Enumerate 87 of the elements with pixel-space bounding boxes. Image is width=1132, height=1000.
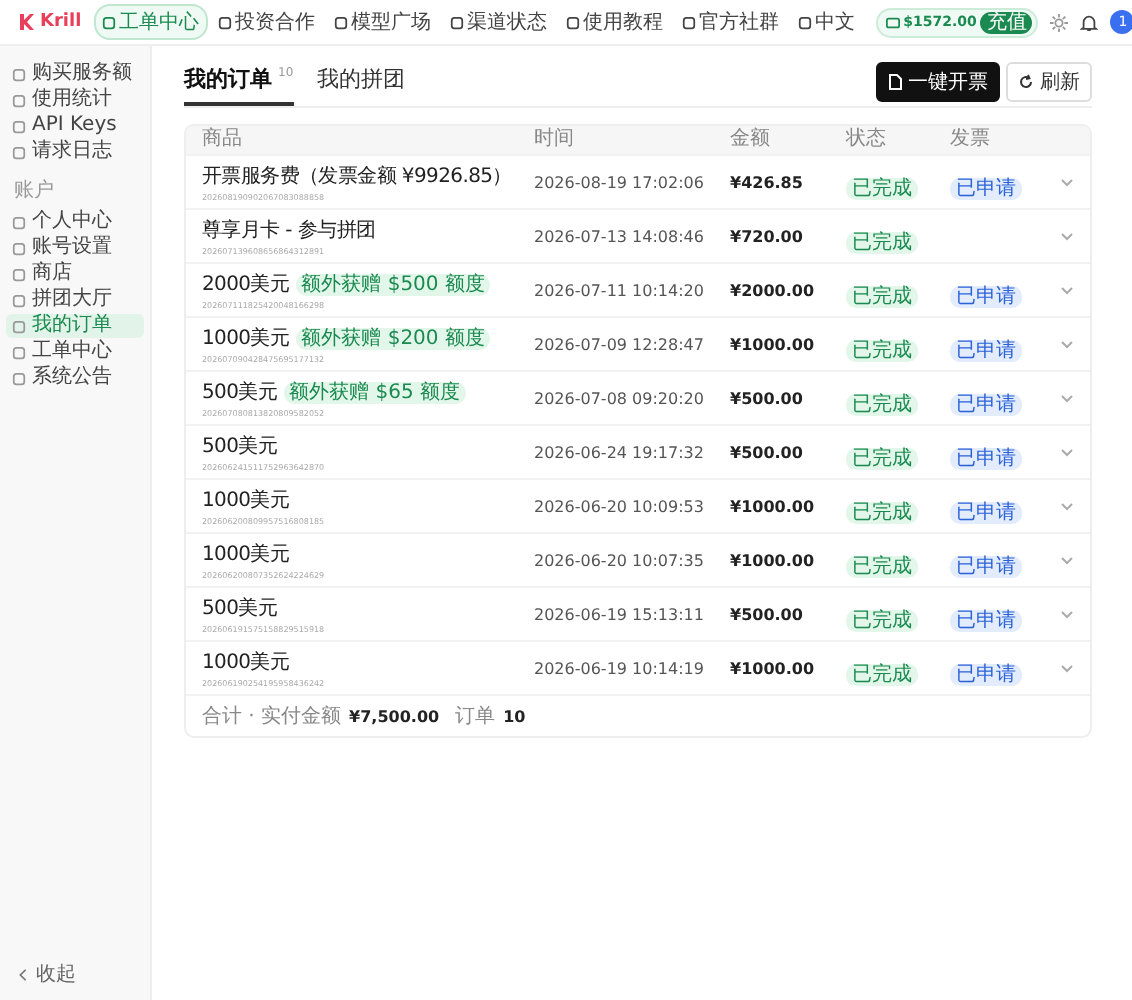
product-name: 500美元: [202, 379, 278, 406]
column-header: 商品: [202, 128, 244, 152]
status-tag: 已完成: [846, 663, 918, 685]
product-name: 1000美元: [202, 649, 290, 676]
invoice-button[interactable]: 一键开票: [876, 62, 1000, 102]
sidebar-section-label: 账户: [12, 177, 56, 206]
order-amount: ¥720.00: [730, 227, 805, 245]
orders-count: 10: [503, 707, 526, 725]
order-amount: ¥500.00: [730, 443, 805, 461]
product-name: 2000美元: [202, 271, 290, 298]
nav-link[interactable]: 官方社群: [673, 4, 788, 40]
invoice-tag: 已申请: [950, 609, 1022, 631]
bonus-tag: 额外获赠 $200 额度: [295, 327, 491, 349]
order-amount: ¥500.00: [730, 605, 805, 623]
product-name: 500美元: [202, 595, 278, 622]
summary-amount: ¥7,500.00: [349, 707, 440, 725]
invoice-tag: 已申请: [950, 177, 1022, 199]
product-name: 1000美元: [202, 541, 290, 568]
invoice-tag: 已申请: [950, 447, 1022, 469]
invoice-tag: 已申请: [950, 555, 1022, 577]
sidebar-item[interactable]: 购买服务额: [6, 62, 144, 86]
sidebar-item[interactable]: 请求日志: [6, 140, 144, 164]
status-tag: 已完成: [846, 501, 918, 523]
nav-link[interactable]: 工单中心: [93, 4, 208, 40]
sidebar-item[interactable]: 账号设置: [6, 236, 144, 260]
column-header: 状态: [846, 128, 888, 152]
status-tag: 已完成: [846, 177, 918, 199]
order-amount: ¥1000.00: [730, 497, 817, 515]
status-tag: 已完成: [846, 555, 918, 577]
nav-link[interactable]: 渠道状态: [441, 4, 556, 40]
status-tag: 已完成: [846, 447, 918, 469]
order-amount: ¥2000.00: [730, 281, 817, 299]
order-time: 2026-06-20 10:07:35: [534, 551, 706, 569]
sidebar-item[interactable]: 我的订单: [6, 314, 144, 338]
order-amount: ¥1000.00: [730, 551, 817, 569]
invoice-tag: 已申请: [950, 285, 1022, 307]
collapse-button[interactable]: 收起: [6, 960, 144, 988]
invoice-tag: 已申请: [950, 393, 1022, 415]
status-tag: 已完成: [846, 339, 918, 361]
nav-link[interactable]: 中文: [789, 4, 864, 40]
status-tag: 已完成: [846, 393, 918, 415]
sidebar-item[interactable]: 使用统计: [6, 88, 144, 112]
logo-text: Krill: [40, 12, 82, 32]
nav-link[interactable]: 投资合作: [209, 4, 324, 40]
order-time: 2026-06-19 15:13:11: [534, 605, 706, 623]
invoice-tag: 已申请: [950, 501, 1022, 523]
status-tag: 已完成: [846, 609, 918, 631]
product-name: 1000美元: [202, 487, 290, 514]
sidebar-item[interactable]: 商店: [6, 262, 144, 286]
sidebar-item[interactable]: 工单中心: [6, 340, 144, 364]
summary-label: 合计 · 实付金额: [202, 703, 342, 730]
product-name: 1000美元: [202, 325, 290, 352]
tab[interactable]: 我的订单 $^{10}$: [184, 64, 294, 106]
order-time: 2026-07-09 12:28:47: [534, 335, 706, 353]
order-time: 2026-06-19 10:14:19: [534, 659, 706, 677]
sidebar-item[interactable]: 个人中心: [6, 210, 144, 234]
product-name: 尊享月卡 - 参与拼团: [202, 217, 376, 244]
sidebar-item[interactable]: API Keys: [6, 114, 144, 138]
invoice-tag: 已申请: [950, 663, 1022, 685]
order-time: 2026-06-20 10:09:53: [534, 497, 706, 515]
tab[interactable]: 我的拼团: [317, 64, 406, 106]
sidebar-item[interactable]: 系统公告: [6, 366, 144, 390]
orders-count-label: 订单: [455, 703, 496, 730]
order-time: 2026-07-11 10:14:20: [534, 281, 706, 299]
recharge-button[interactable]: 充值: [980, 11, 1033, 33]
column-header: 时间: [534, 128, 576, 152]
invoice-tag: 已申请: [950, 339, 1022, 361]
nav-link[interactable]: 使用教程: [557, 4, 672, 40]
column-header: 金额: [730, 128, 772, 152]
column-header: 发票: [950, 128, 992, 152]
order-time: 2026-07-13 14:08:46: [534, 227, 706, 245]
order-time: 2026-06-24 19:17:32: [534, 443, 706, 461]
nav-link[interactable]: 模型广场: [325, 4, 440, 40]
bonus-tag: 额外获赠 $500 额度: [295, 273, 491, 295]
order-amount: ¥500.00: [730, 389, 805, 407]
order-time: 2026-08-19 17:02:06: [534, 173, 706, 191]
refresh-button[interactable]: 刷新: [1006, 62, 1092, 102]
order-amount: ¥1000.00: [730, 335, 817, 353]
order-time: 2026-07-08 09:20:20: [534, 389, 706, 407]
sidebar-item[interactable]: 拼团大厅: [6, 288, 144, 312]
status-tag: 已完成: [846, 285, 918, 307]
product-name: 开票服务费（发票金额 ¥9926.85）: [202, 163, 512, 190]
product-name: 500美元: [202, 433, 278, 460]
status-tag: 已完成: [846, 231, 918, 253]
order-amount: ¥426.85: [730, 173, 805, 191]
order-amount: ¥1000.00: [730, 659, 817, 677]
bonus-tag: 额外获赠 $65 额度: [283, 381, 467, 403]
